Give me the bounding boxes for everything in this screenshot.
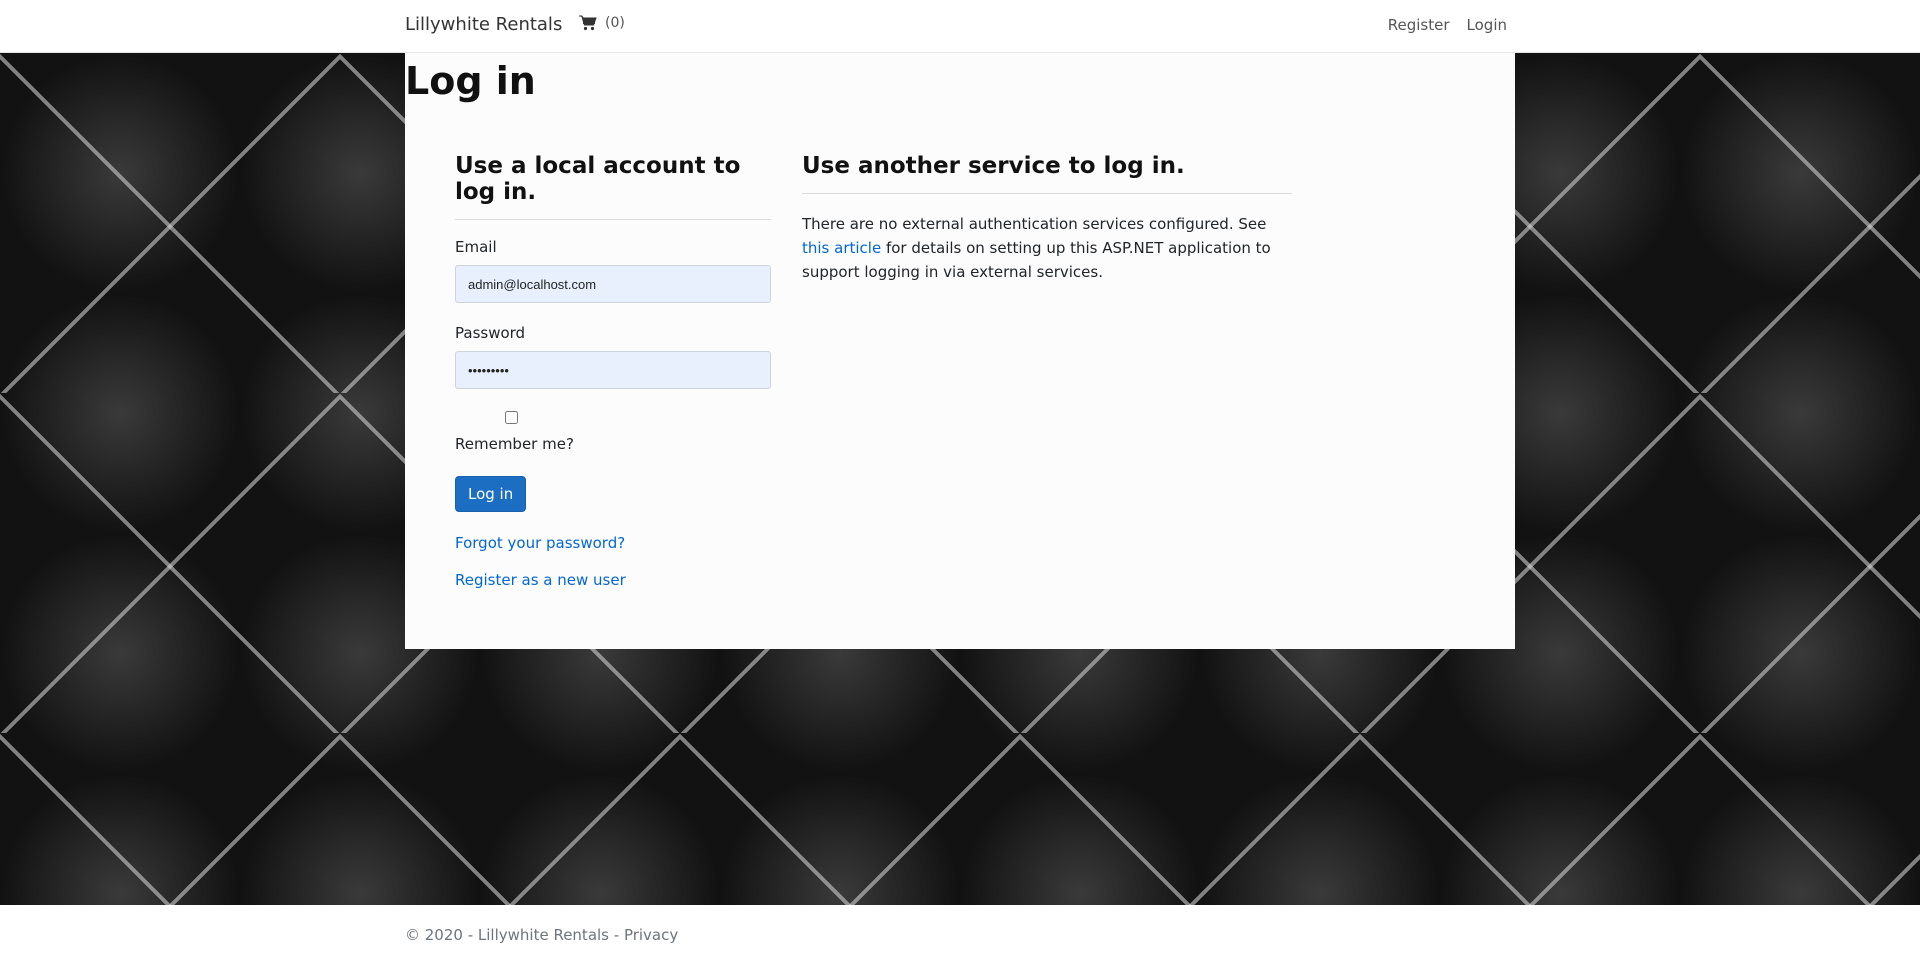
password-field[interactable]	[455, 351, 771, 389]
local-login-section: Use a local account to log in. Email Pas…	[455, 153, 771, 589]
footer: © 2020 - Lillywhite Rentals - Privacy	[0, 905, 1920, 964]
forgot-password-link[interactable]: Forgot your password?	[455, 534, 771, 552]
external-login-section: Use another service to log in. There are…	[802, 153, 1292, 284]
shopping-cart-icon	[579, 15, 597, 31]
external-login-info: There are no external authentication ser…	[802, 212, 1292, 284]
register-new-user-link[interactable]: Register as a new user	[455, 571, 771, 589]
copyright-text: © 2020 - Lillywhite Rentals -	[405, 926, 624, 944]
password-label: Password	[455, 324, 526, 342]
login-submit-button[interactable]: Log in	[455, 476, 527, 512]
brand-link[interactable]: Lillywhite Rentals	[405, 14, 562, 35]
nav-right: Register Login	[1388, 16, 1507, 34]
external-login-heading: Use another service to log in.	[802, 153, 1292, 194]
privacy-link[interactable]: Privacy	[624, 926, 678, 944]
remember-me-checkbox[interactable]	[505, 411, 518, 424]
footer-text: © 2020 - Lillywhite Rentals - Privacy	[405, 926, 678, 944]
info-text-before: There are no external authentication ser…	[802, 215, 1267, 233]
local-login-heading: Use a local account to log in.	[455, 153, 771, 220]
cart-count: (0)	[605, 15, 625, 31]
nav-login-link[interactable]: Login	[1467, 16, 1507, 34]
nav-register-link[interactable]: Register	[1388, 16, 1450, 34]
top-navbar: Lillywhite Rentals (0) Register Login	[0, 0, 1920, 53]
this-article-link[interactable]: this article	[802, 239, 881, 257]
email-label: Email	[455, 238, 497, 256]
main-content-panel: Log in Use a local account to log in. Em…	[405, 53, 1515, 649]
page-title: Log in	[405, 59, 536, 103]
remember-me-label: Remember me?	[455, 435, 574, 453]
cart-link[interactable]: (0)	[579, 15, 625, 31]
email-field[interactable]	[455, 265, 771, 303]
